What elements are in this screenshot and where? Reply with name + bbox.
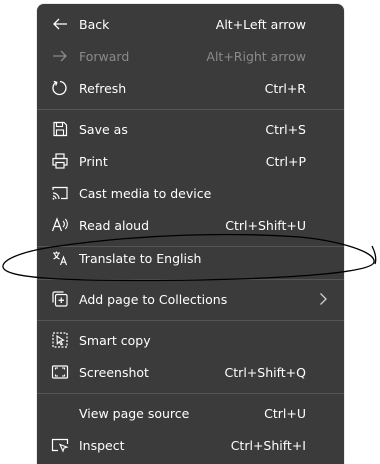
translate-icon — [51, 249, 69, 267]
menu-item-label: Translate to English — [79, 250, 202, 266]
menu-item-shortcut: Ctrl+Shift+U — [225, 217, 306, 233]
menu-item-shortcut: Alt+Right arrow — [206, 48, 306, 64]
menu-item-label: Cast media to device — [79, 185, 212, 201]
menu-item-read-aloud[interactable]: Read aloud Ctrl+Shift+U — [37, 209, 344, 241]
context-menu: Back Alt+Left arrow Forward Alt+Right ar… — [37, 4, 344, 464]
menu-item-label: Print — [79, 153, 108, 169]
menu-item-label: View page source — [79, 405, 190, 421]
menu-item-label: Back — [79, 16, 110, 32]
menu-item-label: Screenshot — [79, 364, 149, 380]
menu-item-label: Save as — [79, 121, 128, 137]
refresh-icon — [51, 79, 69, 97]
menu-separator — [37, 109, 344, 110]
menu-separator — [37, 393, 344, 394]
screenshot-icon — [51, 363, 69, 381]
menu-item-label: Forward — [79, 48, 130, 64]
back-arrow-icon — [51, 15, 69, 33]
menu-item-screenshot[interactable]: Screenshot Ctrl+Shift+Q — [37, 356, 344, 388]
menu-item-label: Smart copy — [79, 332, 151, 348]
smart-copy-icon — [51, 331, 69, 349]
menu-separator — [37, 279, 344, 280]
chevron-right-icon — [318, 292, 328, 306]
menu-item-save-as[interactable]: Save as Ctrl+S — [37, 113, 344, 145]
menu-item-label: Refresh — [79, 80, 127, 96]
menu-item-shortcut: Alt+Left arrow — [215, 16, 306, 32]
menu-item-translate[interactable]: Translate to English — [37, 242, 344, 274]
read-aloud-icon — [51, 216, 69, 234]
menu-item-refresh[interactable]: Refresh Ctrl+R — [37, 72, 344, 104]
menu-item-add-to-collections[interactable]: Add page to Collections — [37, 283, 344, 315]
inspect-icon — [51, 436, 69, 454]
menu-item-label: Inspect — [79, 437, 125, 453]
menu-item-inspect[interactable]: Inspect Ctrl+Shift+I — [37, 429, 344, 461]
menu-separator — [37, 320, 344, 321]
menu-item-label: Read aloud — [79, 217, 150, 233]
menu-item-cast-media[interactable]: Cast media to device — [37, 177, 344, 209]
menu-item-shortcut: Ctrl+P — [265, 153, 306, 169]
menu-item-label: Add page to Collections — [79, 291, 228, 307]
menu-item-shortcut: Ctrl+Shift+Q — [224, 364, 306, 380]
collections-icon — [51, 290, 69, 308]
menu-item-view-page-source[interactable]: View page source Ctrl+U — [37, 397, 344, 429]
cast-icon — [51, 184, 69, 202]
menu-item-smart-copy[interactable]: Smart copy — [37, 324, 344, 356]
menu-item-shortcut: Ctrl+U — [264, 405, 306, 421]
menu-item-shortcut: Ctrl+S — [265, 121, 306, 137]
forward-arrow-icon — [51, 47, 69, 65]
save-as-icon — [51, 120, 69, 138]
menu-item-shortcut: Ctrl+Shift+I — [230, 437, 306, 453]
menu-item-shortcut: Ctrl+R — [264, 80, 306, 96]
menu-item-print[interactable]: Print Ctrl+P — [37, 145, 344, 177]
menu-item-back[interactable]: Back Alt+Left arrow — [37, 8, 344, 40]
menu-item-forward[interactable]: Forward Alt+Right arrow — [37, 40, 344, 72]
printer-icon — [51, 152, 69, 170]
